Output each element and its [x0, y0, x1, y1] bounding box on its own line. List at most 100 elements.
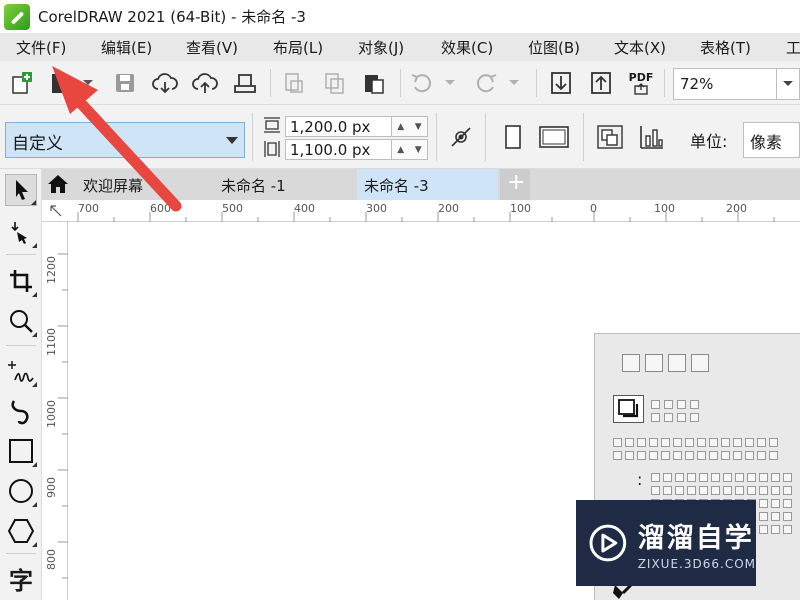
- panel-option-box[interactable]: [759, 486, 768, 495]
- paste-icon[interactable]: [360, 69, 388, 97]
- cut-icon[interactable]: [280, 69, 308, 97]
- spin-down-icon[interactable]: ▼: [415, 145, 422, 155]
- panel-option-box[interactable]: [757, 438, 766, 447]
- redo-icon[interactable]: [472, 69, 500, 97]
- home-icon[interactable]: [47, 174, 69, 198]
- menu-bitmaps[interactable]: 位图(B): [528, 37, 580, 58]
- cloud-download-icon[interactable]: [151, 69, 179, 97]
- panel-option-box[interactable]: [745, 451, 754, 460]
- redo-dropdown-chevron-icon[interactable]: [504, 69, 524, 97]
- landscape-orientation-icon[interactable]: [537, 123, 571, 151]
- spin-down-icon[interactable]: ▼: [415, 122, 422, 132]
- panel-option-box[interactable]: [723, 486, 732, 495]
- panel-option-box[interactable]: [771, 525, 780, 534]
- menu-edit[interactable]: 编辑(E): [101, 37, 152, 58]
- panel-option-box[interactable]: [651, 486, 660, 495]
- panel-option-box[interactable]: [625, 438, 634, 447]
- zoom-tool-icon[interactable]: [5, 305, 37, 337]
- undo-icon[interactable]: [408, 69, 436, 97]
- panel-option-box[interactable]: [663, 486, 672, 495]
- menu-effects[interactable]: 效果(C): [441, 37, 493, 58]
- spin-up-icon[interactable]: ▲: [397, 122, 404, 132]
- panel-option-box[interactable]: [664, 400, 673, 409]
- panel-option-box[interactable]: [613, 451, 622, 460]
- panel-option-box[interactable]: [651, 473, 660, 482]
- freehand-tool-icon[interactable]: [5, 355, 37, 387]
- panel-option-box[interactable]: [685, 451, 694, 460]
- panel-option-box[interactable]: [759, 512, 768, 521]
- panel-option-box[interactable]: [677, 400, 686, 409]
- panel-option-box[interactable]: [699, 473, 708, 482]
- spin-up-icon[interactable]: ▲: [397, 145, 404, 155]
- text-tool-icon[interactable]: 字: [5, 562, 37, 595]
- panel-option-box[interactable]: [668, 354, 686, 372]
- open-document-icon[interactable]: [46, 69, 74, 97]
- zoom-level-input[interactable]: 72%: [673, 68, 777, 100]
- panel-option-box[interactable]: [697, 451, 706, 460]
- menu-text[interactable]: 文本(X): [614, 37, 666, 58]
- panel-option-box[interactable]: [677, 413, 686, 422]
- page-size-preset-select[interactable]: 自定义: [5, 122, 245, 158]
- panel-option-box[interactable]: [687, 486, 696, 495]
- crop-tool-icon[interactable]: [5, 265, 37, 297]
- import-icon[interactable]: [547, 69, 575, 97]
- page-width-input[interactable]: 1,200.0 px: [285, 116, 392, 137]
- page-width-spinner[interactable]: ▲ ▼: [392, 116, 428, 137]
- horizontal-ruler[interactable]: 700 600 500 400 300 200 100 0 100 200: [42, 200, 800, 222]
- panel-option-box[interactable]: [613, 438, 622, 447]
- save-icon[interactable]: [111, 69, 139, 97]
- page-dimensions-icon[interactable]: [447, 123, 475, 151]
- panel-option-box[interactable]: [747, 486, 756, 495]
- ellipse-tool-icon[interactable]: [5, 475, 37, 507]
- panel-option-box[interactable]: [771, 486, 780, 495]
- panel-option-box[interactable]: [759, 473, 768, 482]
- panel-option-box[interactable]: [651, 400, 660, 409]
- print-icon[interactable]: [231, 69, 259, 97]
- panel-option-box[interactable]: [649, 438, 658, 447]
- panel-option-box[interactable]: [661, 438, 670, 447]
- menu-file[interactable]: 文件(F): [16, 37, 66, 58]
- undo-dropdown-chevron-icon[interactable]: [440, 69, 460, 97]
- panel-option-box[interactable]: [675, 486, 684, 495]
- panel-option-box[interactable]: [661, 451, 670, 460]
- new-document-icon[interactable]: [8, 69, 36, 97]
- panel-option-box[interactable]: [622, 354, 640, 372]
- panel-option-box[interactable]: [690, 413, 699, 422]
- panel-option-box[interactable]: [769, 438, 778, 447]
- units-select[interactable]: 像素: [743, 122, 800, 158]
- polygon-tool-icon[interactable]: [5, 515, 37, 547]
- panel-option-box[interactable]: [721, 451, 730, 460]
- tab-untitled-1[interactable]: 未命名 -1: [209, 169, 357, 200]
- menu-object[interactable]: 对象(J): [358, 37, 404, 58]
- panel-option-box[interactable]: [697, 438, 706, 447]
- panel-option-box[interactable]: [685, 438, 694, 447]
- panel-option-box[interactable]: [649, 451, 658, 460]
- panel-option-box[interactable]: [687, 473, 696, 482]
- panel-option-box[interactable]: [637, 451, 646, 460]
- panel-option-box[interactable]: [721, 438, 730, 447]
- panel-preview-icon[interactable]: [613, 395, 644, 423]
- panel-option-box[interactable]: [651, 413, 660, 422]
- panel-option-box[interactable]: [771, 499, 780, 508]
- export-icon[interactable]: [587, 69, 615, 97]
- rectangle-tool-icon[interactable]: [5, 435, 37, 467]
- panel-option-box[interactable]: [771, 512, 780, 521]
- panel-option-box[interactable]: [733, 438, 742, 447]
- copy-icon[interactable]: [320, 69, 348, 97]
- current-page-icon[interactable]: [637, 123, 667, 151]
- panel-option-box[interactable]: [759, 499, 768, 508]
- panel-option-box[interactable]: [709, 451, 718, 460]
- panel-option-box[interactable]: [723, 473, 732, 482]
- panel-option-box[interactable]: [709, 438, 718, 447]
- panel-option-box[interactable]: [664, 413, 673, 422]
- panel-option-box[interactable]: [783, 473, 792, 482]
- open-dropdown-chevron-icon[interactable]: [78, 69, 98, 97]
- menu-view[interactable]: 查看(V): [186, 37, 238, 58]
- panel-option-box[interactable]: [783, 486, 792, 495]
- panel-option-box[interactable]: [691, 354, 709, 372]
- portrait-orientation-icon[interactable]: [499, 123, 527, 151]
- panel-option-box[interactable]: [783, 499, 792, 508]
- panel-option-box[interactable]: [783, 512, 792, 521]
- shape-tool-icon[interactable]: [5, 216, 37, 248]
- export-pdf-button[interactable]: PDF: [625, 69, 657, 97]
